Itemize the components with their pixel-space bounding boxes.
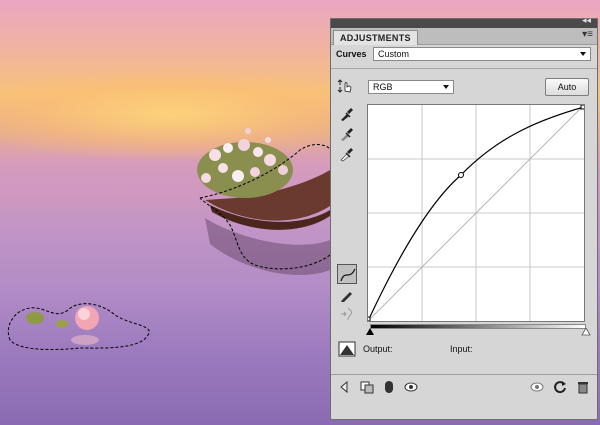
visibility-eye-icon[interactable] bbox=[382, 380, 396, 394]
on-image-adjust-icon[interactable] bbox=[337, 78, 353, 94]
white-point-slider[interactable] bbox=[581, 328, 591, 336]
preset-select[interactable]: Custom bbox=[373, 47, 591, 61]
refresh-icon[interactable] bbox=[553, 380, 567, 394]
clipping-warning-icon[interactable] bbox=[338, 341, 356, 357]
reset-icon[interactable] bbox=[530, 380, 544, 394]
divider bbox=[331, 374, 597, 375]
curves-plot[interactable] bbox=[365, 104, 586, 322]
pencil-draw-icon[interactable] bbox=[339, 287, 355, 303]
smooth-curve-icon[interactable] bbox=[339, 306, 355, 322]
black-point-slider[interactable] bbox=[365, 328, 375, 336]
collapse-arrows-icon[interactable]: ◂◂ bbox=[582, 16, 591, 26]
input-gradient-bar bbox=[370, 324, 586, 329]
view-previous-icon[interactable] bbox=[404, 380, 418, 394]
tab-adjustments[interactable]: ADJUSTMENTS bbox=[333, 30, 418, 45]
divider bbox=[331, 68, 597, 69]
panel-top-bar[interactable]: ◂◂ bbox=[331, 16, 597, 28]
curve-point[interactable] bbox=[458, 172, 464, 178]
flower-bouquet bbox=[197, 128, 293, 198]
curve-point[interactable] bbox=[580, 104, 586, 110]
panel-menu-icon[interactable]: ▾≡ bbox=[582, 29, 593, 40]
curve-point[interactable] bbox=[365, 316, 371, 322]
trash-icon[interactable] bbox=[576, 380, 590, 394]
input-label: Input: bbox=[450, 344, 473, 354]
adjustment-type-label: Curves bbox=[336, 49, 367, 59]
floating-flowers bbox=[26, 306, 99, 345]
preset-value: Custom bbox=[378, 49, 410, 59]
chevron-down-icon bbox=[580, 52, 586, 56]
black-eyedropper-icon[interactable] bbox=[338, 106, 354, 122]
channel-select[interactable]: RGB bbox=[368, 80, 454, 94]
clip-layer-icon[interactable] bbox=[360, 380, 374, 394]
panel-tab-row: ADJUSTMENTS ▾≡ bbox=[331, 28, 597, 45]
channel-value: RGB bbox=[373, 82, 393, 92]
auto-button[interactable]: Auto bbox=[545, 78, 589, 96]
return-to-list-icon[interactable] bbox=[338, 380, 352, 394]
curves-graph[interactable] bbox=[365, 104, 586, 322]
chevron-down-icon bbox=[443, 85, 449, 89]
output-label: Output: bbox=[363, 344, 393, 354]
white-eyedropper-icon[interactable] bbox=[338, 146, 354, 162]
gray-eyedropper-icon[interactable] bbox=[338, 126, 354, 142]
curve-edit-icon[interactable] bbox=[337, 264, 357, 284]
